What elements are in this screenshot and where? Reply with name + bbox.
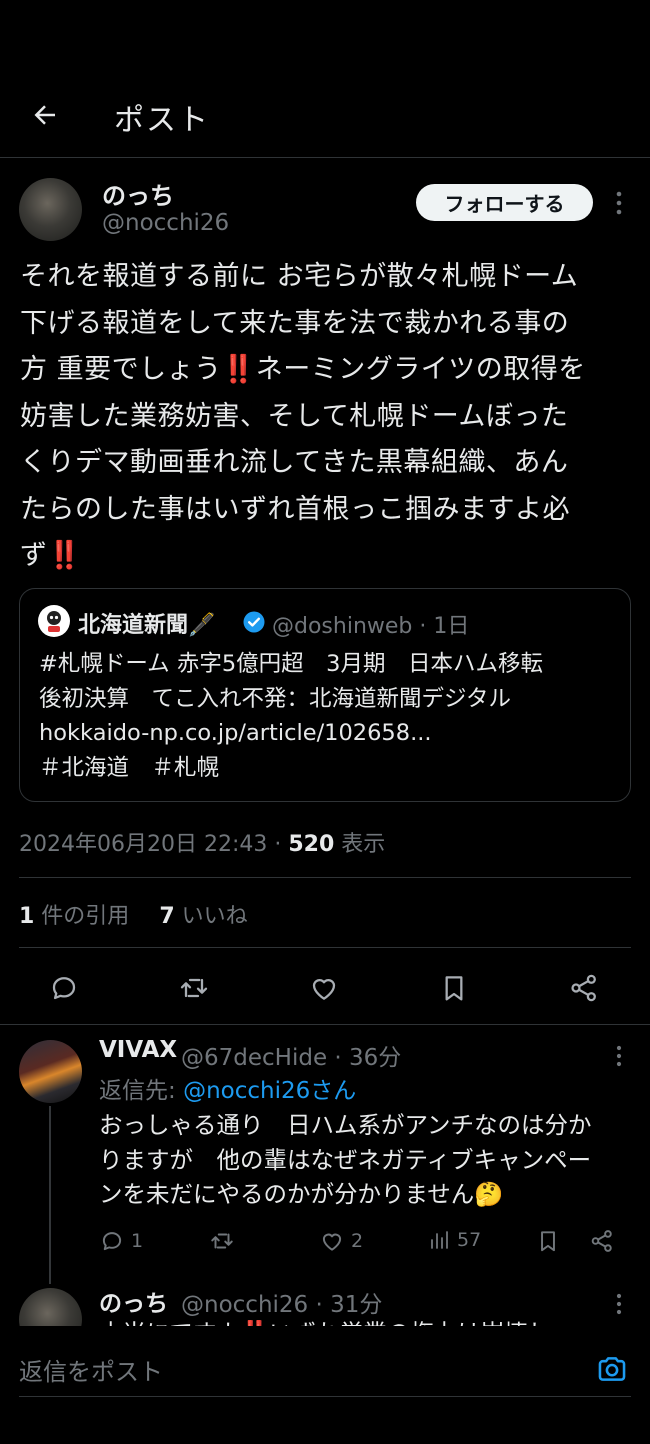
like-icon	[322, 1233, 342, 1251]
reply-share-button[interactable]	[589, 1228, 615, 1254]
repost-icon	[180, 978, 208, 998]
reply-icon	[102, 1232, 122, 1251]
like-icon	[312, 979, 336, 1000]
share-icon	[571, 974, 596, 1002]
verified-badge-icon	[243, 611, 265, 633]
timestamp-text: 2024年06月20日 22:43 ·	[19, 832, 289, 857]
post-text-line: くりデマ動画垂れ流してきた黒幕組織、あん	[20, 447, 569, 478]
quoted-text-line: #札幌ドーム 赤字5億円超 3月期 日本ハム移転	[39, 651, 543, 677]
quoted-text: #札幌ドーム 赤字5億円超 3月期 日本ハム移転 後初決算 てこ入れ不発：北海道…	[39, 647, 619, 785]
views-icon	[431, 1231, 448, 1249]
image-icon	[598, 1357, 626, 1381]
more-icon	[616, 1045, 622, 1067]
add-image-button[interactable]	[593, 1350, 631, 1388]
reply-author-meta: @67decHide · 36分	[181, 1045, 402, 1071]
top-bar: ポスト	[0, 0, 650, 158]
post-text: それを報道する前に お宅らが散々札幌ドーム 下げる報道をして来た事を法で裁かれる…	[20, 254, 635, 580]
reply-composer: 返信をポスト	[0, 1326, 650, 1444]
quoted-author-name: 北海道新聞🖋️	[78, 613, 216, 638]
reply-to-prefix: 返信先:	[99, 1078, 184, 1104]
back-arrow-icon	[34, 105, 55, 125]
views-count: 520	[288, 832, 335, 857]
bookmark-button[interactable]	[434, 968, 474, 1008]
reply-text-line: りますが 他の輩はなぜネガティブキャンペー	[99, 1145, 592, 1174]
back-button[interactable]	[22, 92, 68, 138]
likes-stat[interactable]: 7 いいね	[159, 904, 247, 929]
reply-icon	[52, 977, 76, 1000]
reply-input[interactable]: 返信をポスト	[19, 1352, 163, 1387]
post-text-line: たらのした事はいずれ首根っこ掴みますよ必	[20, 493, 570, 525]
likes-label: いいね	[174, 904, 248, 929]
more-icon	[616, 1293, 622, 1315]
post-text-line: 妨害した業務妨害、そして札幌ドームぼった	[20, 400, 569, 432]
like-button[interactable]	[304, 968, 344, 1008]
reply2-author-name[interactable]: のっち	[99, 1284, 168, 1318]
quotes-stat[interactable]: 1 件の引用	[19, 904, 129, 929]
quoted-author-meta: @doshinweb · 1日	[272, 614, 470, 639]
quotes-count: 1	[19, 904, 35, 929]
views-label: 表示	[334, 832, 386, 857]
reply-like-button[interactable]: 2	[319, 1228, 363, 1254]
divider	[19, 877, 631, 878]
reply-author-name[interactable]: VIVAX	[99, 1037, 177, 1063]
quoted-author-avatar	[38, 605, 70, 637]
quoted-text-line: 後初決算 てこ入れ不発：北海道新聞デジタル	[39, 685, 512, 712]
reply2-more-button[interactable]	[607, 1290, 631, 1320]
reply-text-line: おっしゃる通り 日ハム系がアンチなのは分か	[99, 1111, 592, 1139]
reply-like-count: 2	[351, 1230, 364, 1252]
quoted-text-line: hokkaido-np.co.jp/article/102658...	[39, 720, 432, 746]
post-text-line: それを報道する前に お宅らが散々札幌ドーム	[20, 261, 579, 292]
page-title: ポスト	[114, 103, 210, 138]
composer-divider	[19, 1396, 631, 1397]
reply-button[interactable]	[44, 968, 84, 1008]
share-icon	[591, 1230, 612, 1252]
reply-views-button[interactable]: 57	[427, 1228, 481, 1252]
likes-count: 7	[159, 904, 175, 929]
quotes-label: 件の引用	[34, 904, 130, 929]
post-text-line: 下げる報道をして来た事を法で裁かれる事の	[20, 307, 570, 339]
author-name[interactable]: のっち	[102, 176, 174, 211]
reply-action-bar: 1 2 57	[99, 1222, 639, 1262]
reply-view-count: 57	[457, 1229, 482, 1251]
more-icon	[616, 191, 622, 215]
reply-to-link[interactable]: @nocchi26さん	[183, 1078, 356, 1104]
quoted-text-line: ＃北海道 ＃札幌	[39, 754, 220, 781]
post-timestamp: 2024年06月20日 22:43 · 520 表示	[19, 826, 385, 858]
reply-more-button[interactable]	[607, 1042, 631, 1072]
reply-author-avatar[interactable]	[19, 1040, 82, 1103]
reply-to: 返信先: @nocchi26さん	[99, 1071, 356, 1105]
divider	[19, 947, 631, 948]
follow-button[interactable]: フォローする	[416, 184, 593, 221]
author-avatar[interactable]	[19, 178, 82, 241]
reply-text: おっしゃる通り 日ハム系がアンチなのは分か りますが 他の輩はなぜネガティブキャ…	[99, 1108, 639, 1212]
divider	[0, 1024, 650, 1025]
reply-text-line: ンを未だにやるのかが分かりません🤔	[99, 1180, 504, 1208]
repost-icon	[211, 1233, 233, 1249]
post-more-button[interactable]	[607, 186, 631, 220]
bookmark-icon	[541, 1231, 555, 1252]
share-button[interactable]	[564, 968, 604, 1008]
post-text-line: 方 重要でしょう‼️ネーミングライツの取得を	[20, 354, 586, 385]
thread-line	[49, 1106, 51, 1284]
post-text-line: ず‼️	[20, 540, 82, 571]
post-stats: 1 件の引用 7 いいね	[19, 898, 248, 930]
reply-bookmark-button[interactable]	[535, 1228, 561, 1254]
author-handle[interactable]: @nocchi26	[102, 210, 229, 236]
reply-reply-count: 1	[131, 1230, 144, 1252]
quoted-post[interactable]: 北海道新聞🖋️ @doshinweb · 1日 #札幌ドーム 赤字5億円超 3月…	[19, 588, 631, 802]
bookmark-icon	[445, 976, 463, 1001]
reply-reply-button[interactable]: 1	[99, 1228, 143, 1254]
reply-repost-button[interactable]	[209, 1228, 235, 1254]
repost-button[interactable]	[174, 968, 214, 1008]
post-action-bar	[0, 960, 650, 1014]
